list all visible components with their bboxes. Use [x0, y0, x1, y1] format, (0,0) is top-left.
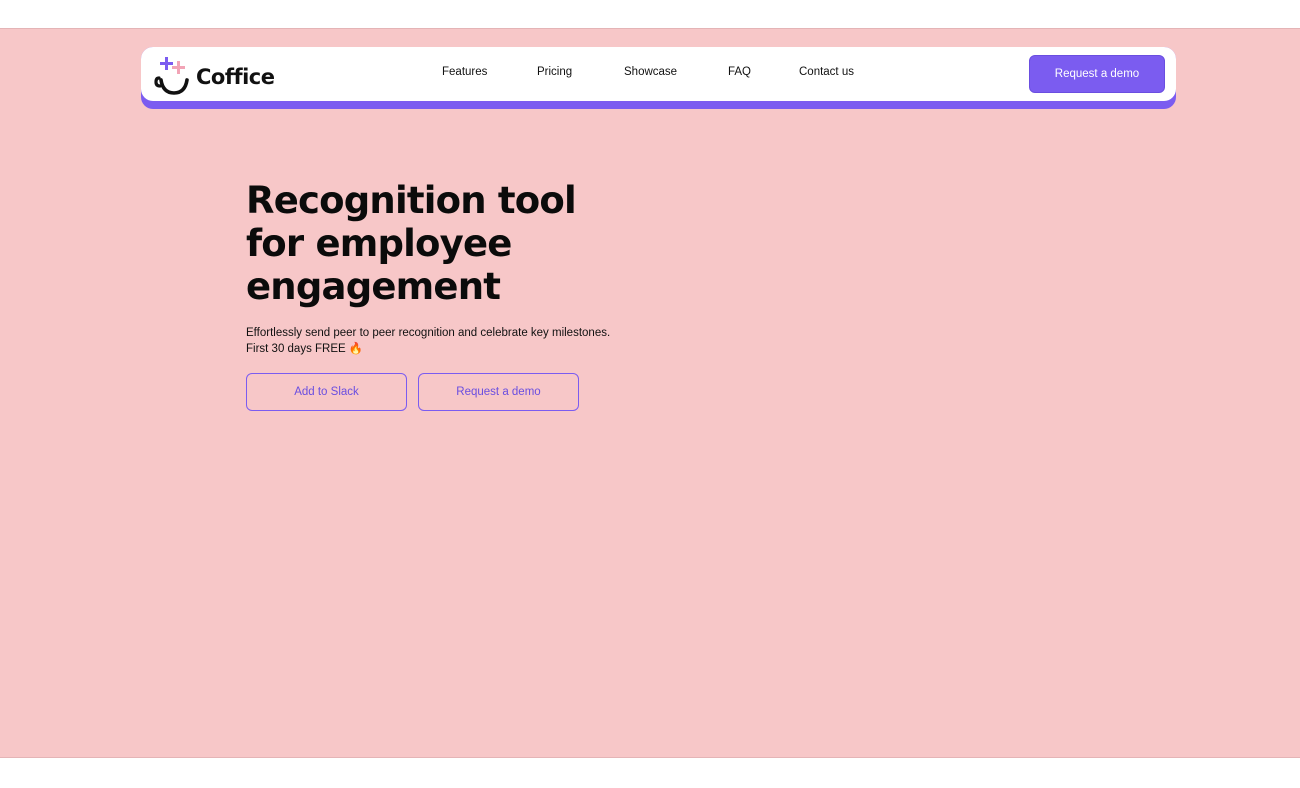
nav-request-demo-button[interactable]: Request a demo — [1029, 55, 1165, 93]
nav-link-faq[interactable]: FAQ — [728, 66, 751, 78]
hero-request-demo-button[interactable]: Request a demo — [418, 373, 579, 411]
hero-title: Recognition tool for employee engagement — [246, 179, 666, 308]
nav-links: Features Pricing Showcase FAQ Contact us — [141, 47, 1176, 101]
page: Coffice Features Pricing Showcase FAQ Co… — [0, 0, 1300, 788]
add-to-slack-button[interactable]: Add to Slack — [246, 373, 407, 411]
hero-title-line: for employee — [246, 222, 512, 265]
nav-link-features[interactable]: Features — [442, 66, 487, 78]
hero-subtitle-line: First 30 days FREE 🔥 — [246, 343, 364, 355]
nav-link-contact[interactable]: Contact us — [799, 66, 854, 78]
nav-link-pricing[interactable]: Pricing — [537, 66, 572, 78]
hero-title-line: Recognition tool — [246, 179, 577, 222]
hero-subtitle: Effortlessly send peer to peer recogniti… — [246, 325, 666, 357]
top-nav: Coffice Features Pricing Showcase FAQ Co… — [141, 47, 1176, 101]
hero-title-line: engagement — [246, 265, 501, 308]
hero-subtitle-line: Effortlessly send peer to peer recogniti… — [246, 327, 611, 339]
nav-link-showcase[interactable]: Showcase — [624, 66, 677, 78]
hero-section: Coffice Features Pricing Showcase FAQ Co… — [0, 28, 1300, 758]
